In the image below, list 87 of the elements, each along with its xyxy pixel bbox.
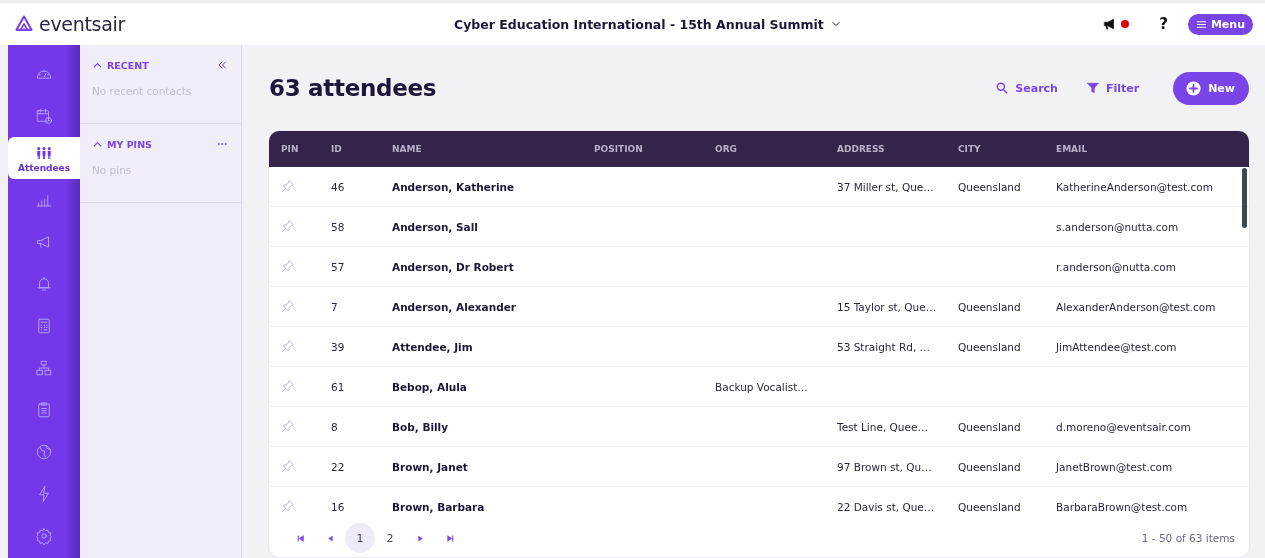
search-icon (995, 81, 1010, 95)
table-cell: Attendee, Jim (392, 340, 473, 353)
table-cell: r.anderson@nutta.com (1056, 260, 1176, 273)
pin-icon (281, 258, 295, 273)
page-button[interactable]: 1 (345, 523, 375, 553)
last-page-icon (445, 533, 455, 543)
pin-icon (281, 218, 295, 233)
new-button[interactable]: New (1173, 71, 1249, 105)
section-toggle[interactable]: RECENT (92, 59, 149, 71)
item-count: 1 - 50 of 63 items (1141, 532, 1235, 544)
table-cell: Test Line, Quee… (837, 420, 928, 433)
column-header[interactable]: ADDRESS (825, 131, 946, 167)
previous-page-icon (325, 533, 335, 543)
scrollbar-thumb[interactable] (1242, 168, 1247, 228)
table-cell: Backup Vocalist… (715, 380, 808, 393)
table-cell: d.moreno@eventsair.com (1056, 420, 1191, 433)
bell-icon (35, 275, 53, 293)
pin-icon (281, 178, 295, 193)
calendar-icon (35, 107, 53, 125)
filter-button[interactable]: Filter (1081, 81, 1144, 95)
table-cell: 15 Taylor st, Que… (837, 300, 937, 313)
table-cell: 7 (331, 300, 338, 313)
help-icon[interactable]: ? (1159, 15, 1168, 33)
logo-icon (14, 14, 34, 34)
table-cell: Queensland (958, 340, 1021, 353)
search-button[interactable]: Search (991, 81, 1062, 95)
table-cell: Anderson, Katherine (392, 180, 515, 193)
table-cell: 61 (331, 380, 345, 393)
table-cell: KatherineAnderson@test.com (1056, 180, 1213, 193)
table-cell: 8 (331, 420, 338, 433)
table-cell: 39 (331, 340, 345, 353)
clipboard-icon (35, 401, 53, 419)
column-header[interactable]: ID (319, 131, 380, 167)
table-cell: Queensland (958, 420, 1021, 433)
pin-icon (281, 418, 295, 433)
event-title[interactable]: Cyber Education International - 15th Annual Summit (454, 16, 824, 32)
column-header[interactable]: PIN (269, 131, 319, 167)
table-cell: BarbaraBrown@test.com (1056, 500, 1188, 513)
table-cell: Anderson, Dr Robert (392, 260, 514, 273)
column-header[interactable]: ORG (703, 131, 825, 167)
first-page-icon (295, 533, 305, 543)
hierarchy-icon (35, 359, 53, 377)
next-page-icon (415, 533, 425, 543)
table-cell: 58 (331, 220, 345, 233)
table-cell: 97 Brown st, Qu… (837, 460, 932, 473)
table-cell: Anderson, Sall (392, 220, 478, 233)
menu-button[interactable]: Menu (1187, 13, 1253, 35)
column-header[interactable]: POSITION (582, 131, 703, 167)
table-cell: Bob, Billy (392, 420, 449, 433)
table-cell: AlexanderAnderson@test.com (1056, 300, 1216, 313)
pin-icon (281, 298, 295, 313)
table-cell: s.anderson@nutta.com (1056, 220, 1179, 233)
column-header[interactable]: NAME (380, 131, 582, 167)
plus-icon (1185, 79, 1203, 97)
table-cell: Anderson, Alexander (392, 300, 516, 313)
column-header[interactable]: CITY (946, 131, 1044, 167)
table-cell: Queensland (958, 180, 1021, 193)
table-cell: Brown, Barbara (392, 500, 485, 513)
table-cell: 53 Straight Rd, … (837, 340, 931, 353)
nav-item[interactable]: Attendees (8, 137, 80, 179)
globe-icon (35, 443, 53, 461)
pin-icon (281, 458, 295, 473)
section-toggle[interactable]: MY PINS (92, 138, 152, 150)
table-cell: 22 Davis st, Que… (837, 500, 935, 513)
filter-icon (1085, 81, 1100, 95)
page-title: 63 attendees (269, 75, 438, 101)
table-cell: Bebop, Alula (392, 380, 467, 393)
calculator-icon (35, 317, 53, 335)
table-cell: JanetBrown@test.com (1056, 460, 1173, 473)
table-cell: Queensland (958, 460, 1021, 473)
table-cell: Queensland (958, 300, 1021, 313)
table-cell: 16 (331, 500, 345, 513)
page-button[interactable]: 2 (375, 523, 405, 553)
column-header[interactable]: EMAIL (1044, 131, 1249, 167)
pin-icon (281, 338, 295, 353)
settings-icon (35, 527, 53, 545)
table-cell: JimAttendee@test.com (1056, 340, 1177, 353)
table-cell: Queensland (958, 500, 1021, 513)
table-cell: 57 (331, 260, 345, 273)
logo-text: eventsair (39, 13, 126, 35)
pin-icon (281, 378, 295, 393)
table-cell: Brown, Janet (392, 460, 468, 473)
table-cell: 46 (331, 180, 345, 193)
table-cell: 22 (331, 460, 345, 473)
pin-icon (281, 498, 295, 513)
table-cell: 37 Miller st, Que… (837, 180, 934, 193)
menu-icon (1195, 18, 1207, 30)
